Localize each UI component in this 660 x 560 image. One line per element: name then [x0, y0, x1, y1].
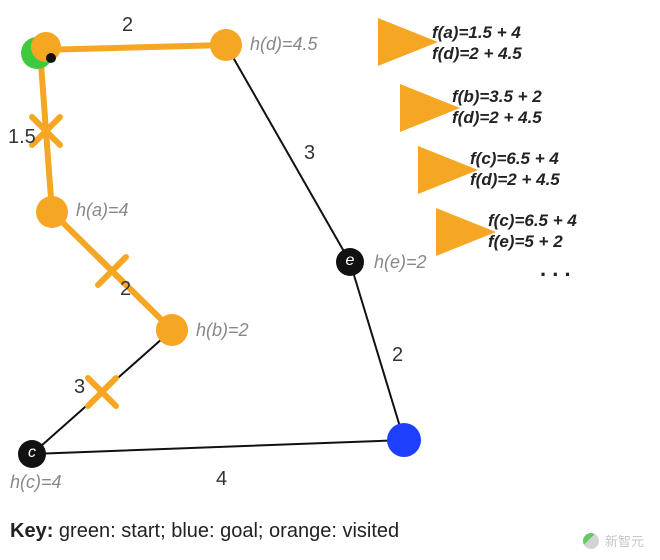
watermark-text: 新智元: [605, 531, 644, 550]
watermark: 新智元: [583, 531, 644, 550]
diagram-stage: 2 1.5 2 3 4 3 2 h(d)=4.5 h(a)=4 h(b)=2 h…: [0, 0, 660, 560]
legend-key: Key: green: start; blue: goal; orange: v…: [10, 520, 399, 543]
f-values-step-1: f(a)=1.5 + 4 f(d)=2 + 4.5: [432, 22, 522, 65]
node-label-e: h(e)=2: [374, 252, 427, 273]
edge-weight-c-goal: 4: [216, 468, 227, 491]
legend-key-text: green: start; blue: goal; orange: visite…: [59, 520, 399, 542]
node-label-d: h(d)=4.5: [250, 34, 318, 55]
node-label-b: h(b)=2: [196, 320, 249, 341]
edge-weight-d-e: 3: [304, 142, 315, 165]
f-values-step-4: f(c)=6.5 + 4 f(e)=5 + 2: [488, 210, 577, 253]
f-values-step-2: f(b)=3.5 + 2 f(d)=2 + 4.5: [452, 86, 542, 129]
node-letter-e: e: [342, 252, 358, 270]
edge-weight-start-d: 2: [122, 14, 133, 37]
ellipsis: . . .: [540, 256, 571, 282]
edge-weight-b-c: 3: [74, 376, 85, 399]
edge-weight-e-goal: 2: [392, 344, 403, 367]
node-label-a: h(a)=4: [76, 200, 129, 221]
watermark-icon: [583, 533, 599, 549]
legend-key-label: Key:: [10, 520, 53, 542]
f-values-step-3: f(c)=6.5 + 4 f(d)=2 + 4.5: [470, 148, 560, 191]
node-label-c: h(c)=4: [10, 472, 62, 493]
edge-weight-start-a: 1.5: [8, 126, 36, 149]
edge-weight-a-b: 2: [120, 278, 131, 301]
node-letter-c: c: [24, 444, 40, 462]
